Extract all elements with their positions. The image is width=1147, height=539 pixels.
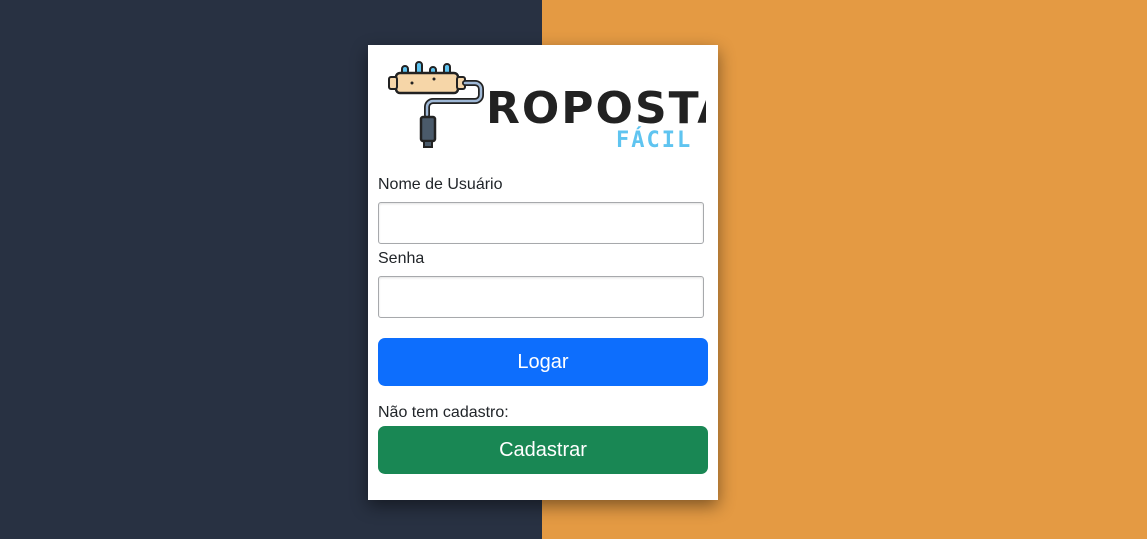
username-label: Nome de Usuário [378, 176, 503, 193]
logo-graphic: ROPOSTA FÁCIL [388, 61, 706, 153]
username-input[interactable] [378, 202, 704, 244]
password-input[interactable] [378, 276, 704, 318]
logo: ROPOSTA FÁCIL [386, 55, 706, 155]
login-button[interactable]: Logar [378, 338, 708, 386]
password-label: Senha [378, 250, 425, 267]
paint-roller-icon [388, 61, 484, 148]
logo-subtitle: FÁCIL [616, 127, 692, 153]
signup-button[interactable]: Cadastrar [378, 426, 708, 474]
signup-prompt: Não tem cadastro: [378, 404, 509, 421]
login-card: ROPOSTA FÁCIL Nome de Usuário Senha Loga… [368, 45, 718, 500]
logo-wordmark: ROPOSTA [486, 83, 706, 134]
